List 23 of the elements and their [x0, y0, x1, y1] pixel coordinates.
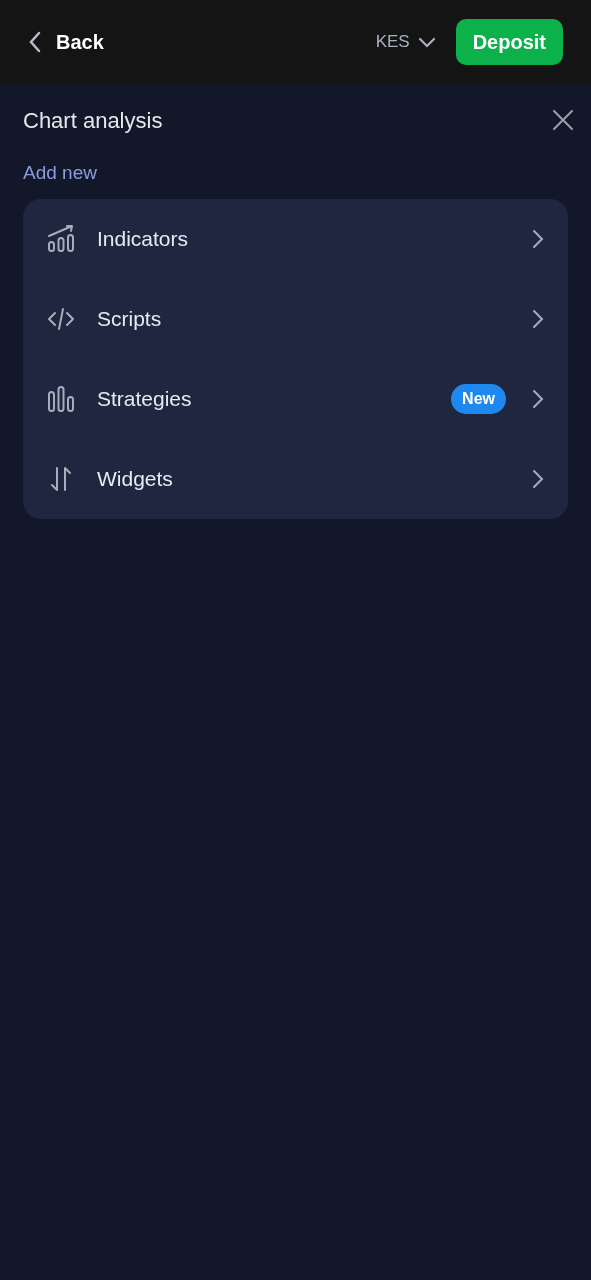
section-heading: Add new [23, 161, 98, 185]
menu-item[interactable]: Scripts [23, 278, 568, 359]
menu-item[interactable]: Strategies New [23, 358, 568, 439]
bar-chart-icon [47, 383, 75, 414]
menu-item[interactable]: Indicators [23, 198, 568, 279]
chevron-down-icon [417, 36, 436, 48]
menu-item-label: Scripts [97, 305, 163, 332]
chevron-right-icon [532, 468, 544, 489]
back-button[interactable]: Back [28, 27, 104, 57]
chevron-right-icon [532, 388, 544, 409]
chevron-right-icon [532, 228, 544, 249]
panel-title: Chart analysis [23, 106, 163, 135]
close-button[interactable] [552, 109, 574, 131]
currency-dropdown[interactable]: KES [375, 29, 436, 55]
chart-icon [47, 223, 75, 254]
back-icon [28, 31, 42, 53]
menu-item-label: Strategies [97, 385, 193, 412]
new-badge: New [451, 383, 506, 414]
menu-item-label: Indicators [97, 225, 190, 252]
chevron-right-icon [532, 308, 544, 329]
menu-item[interactable]: Widgets [23, 438, 568, 519]
menu-item-label: Widgets [97, 465, 174, 492]
close-icon [552, 109, 574, 131]
